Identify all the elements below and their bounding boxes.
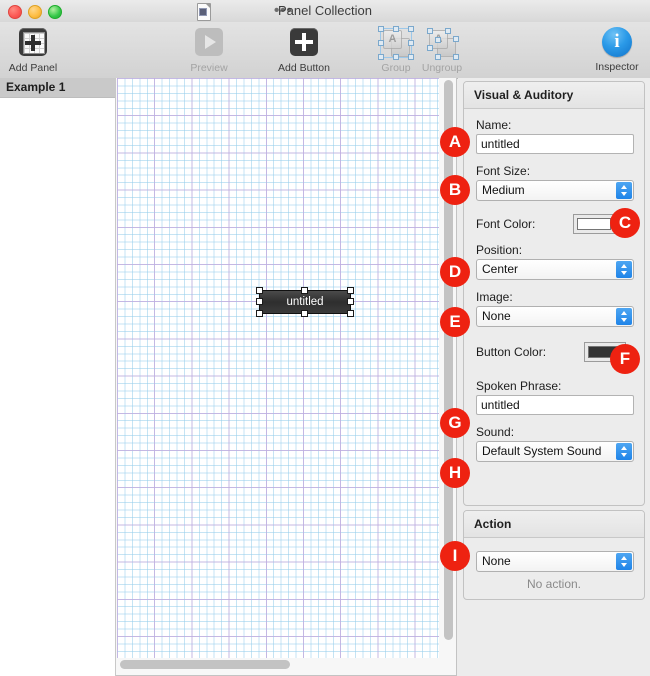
- annotation-badge-f: F: [610, 344, 640, 374]
- spoken-phrase-input[interactable]: untitled: [476, 395, 634, 415]
- name-label: Name:: [476, 118, 512, 132]
- ungroup-icon: A: [407, 28, 477, 60]
- annotation-badge-i: I: [440, 541, 470, 571]
- window-title: Panel Collection: [278, 3, 372, 18]
- toolbar: Add Panel Preview Add Button A Group Ung…: [0, 22, 650, 79]
- stepper-chevrons-icon[interactable]: [616, 261, 632, 278]
- action-select[interactable]: None: [476, 551, 634, 572]
- selection-handle-ne[interactable]: [347, 287, 354, 294]
- annotation-badge-h: H: [440, 458, 470, 488]
- position-label: Position:: [476, 243, 523, 257]
- toolbar-ungroup-label: Ungroup: [421, 62, 463, 74]
- selection-handle-n[interactable]: [301, 287, 308, 294]
- sidebar-item-example-1[interactable]: Example 1: [0, 78, 115, 98]
- annotation-badge-c: C: [610, 208, 640, 238]
- toolbar-inspector[interactable]: i Inspector: [582, 26, 650, 73]
- toolbar-add-panel-label: Add Panel: [8, 62, 58, 74]
- visual-auditory-section: Visual & Auditory Name: untitled Font Si…: [463, 81, 645, 506]
- font-color-label: Font Color:: [476, 217, 536, 231]
- stepper-chevrons-icon[interactable]: [616, 553, 632, 570]
- canvas-horizontal-scrollbar[interactable]: [120, 659, 436, 670]
- action-header: Action: [464, 511, 644, 538]
- stepper-chevrons-icon[interactable]: [616, 308, 632, 325]
- font-size-select[interactable]: Medium: [476, 180, 634, 201]
- plus-icon: [269, 28, 339, 60]
- toolbar-add-panel[interactable]: Add Panel: [0, 26, 68, 74]
- info-icon: i: [582, 27, 650, 59]
- button-color-label: Button Color:: [476, 345, 547, 359]
- selection-handle-nw[interactable]: [256, 287, 263, 294]
- selection-handle-sw[interactable]: [256, 310, 263, 317]
- selection-handle-e[interactable]: [347, 298, 354, 305]
- add-panel-icon: [0, 28, 68, 60]
- annotation-badge-d: D: [440, 257, 470, 287]
- play-icon: [174, 28, 244, 60]
- toolbar-add-button[interactable]: Add Button: [269, 26, 339, 74]
- selection-handle-s[interactable]: [301, 310, 308, 317]
- panel-list-sidebar: Example 1: [0, 78, 116, 676]
- sound-label: Sound:: [476, 425, 515, 439]
- canvas-area: untitled: [116, 78, 457, 676]
- toolbar-inspector-label: Inspector: [595, 61, 639, 73]
- position-value: Center: [482, 262, 519, 276]
- action-status-text: No action.: [526, 577, 582, 591]
- font-color-swatch[interactable]: [573, 214, 615, 234]
- annotation-badge-e: E: [440, 307, 470, 337]
- image-label: Image:: [476, 290, 513, 304]
- visual-auditory-header: Visual & Auditory: [464, 82, 644, 109]
- stepper-chevrons-icon[interactable]: [616, 443, 632, 460]
- horizontal-scroll-thumb[interactable]: [120, 660, 290, 669]
- toolbar-ungroup[interactable]: A Ungroup: [407, 26, 477, 74]
- selection-handle-se[interactable]: [347, 310, 354, 317]
- action-section: Action None No action.: [463, 510, 645, 600]
- stepper-chevrons-icon[interactable]: [616, 182, 632, 199]
- sound-value: Default System Sound: [482, 444, 602, 458]
- sidebar-item-label: Example 1: [6, 80, 66, 94]
- position-select[interactable]: Center: [476, 259, 634, 280]
- annotation-badge-b: B: [440, 175, 470, 205]
- annotation-badge-a: A: [440, 127, 470, 157]
- toolbar-preview-label: Preview: [190, 62, 228, 74]
- sound-select[interactable]: Default System Sound: [476, 441, 634, 462]
- inspector-panel: Visual & Auditory Name: untitled Font Si…: [458, 78, 650, 676]
- selection-handle-w[interactable]: [256, 298, 263, 305]
- action-value: None: [482, 554, 511, 568]
- image-select[interactable]: None: [476, 306, 634, 327]
- spoken-phrase-label: Spoken Phrase:: [476, 379, 562, 393]
- toolbar-preview[interactable]: Preview: [174, 26, 244, 74]
- panel-canvas[interactable]: untitled: [117, 78, 439, 658]
- font-size-value: Medium: [482, 183, 525, 197]
- toolbar-add-button-label: Add Button: [278, 62, 330, 74]
- title-bar: ••• Panel Collection: [0, 0, 650, 23]
- font-size-label: Font Size:: [476, 164, 531, 178]
- app-window: ••• Panel Collection Add Panel Preview A…: [0, 0, 650, 676]
- name-input[interactable]: untitled: [476, 134, 634, 154]
- annotation-badge-g: G: [440, 408, 470, 438]
- image-value: None: [482, 309, 511, 323]
